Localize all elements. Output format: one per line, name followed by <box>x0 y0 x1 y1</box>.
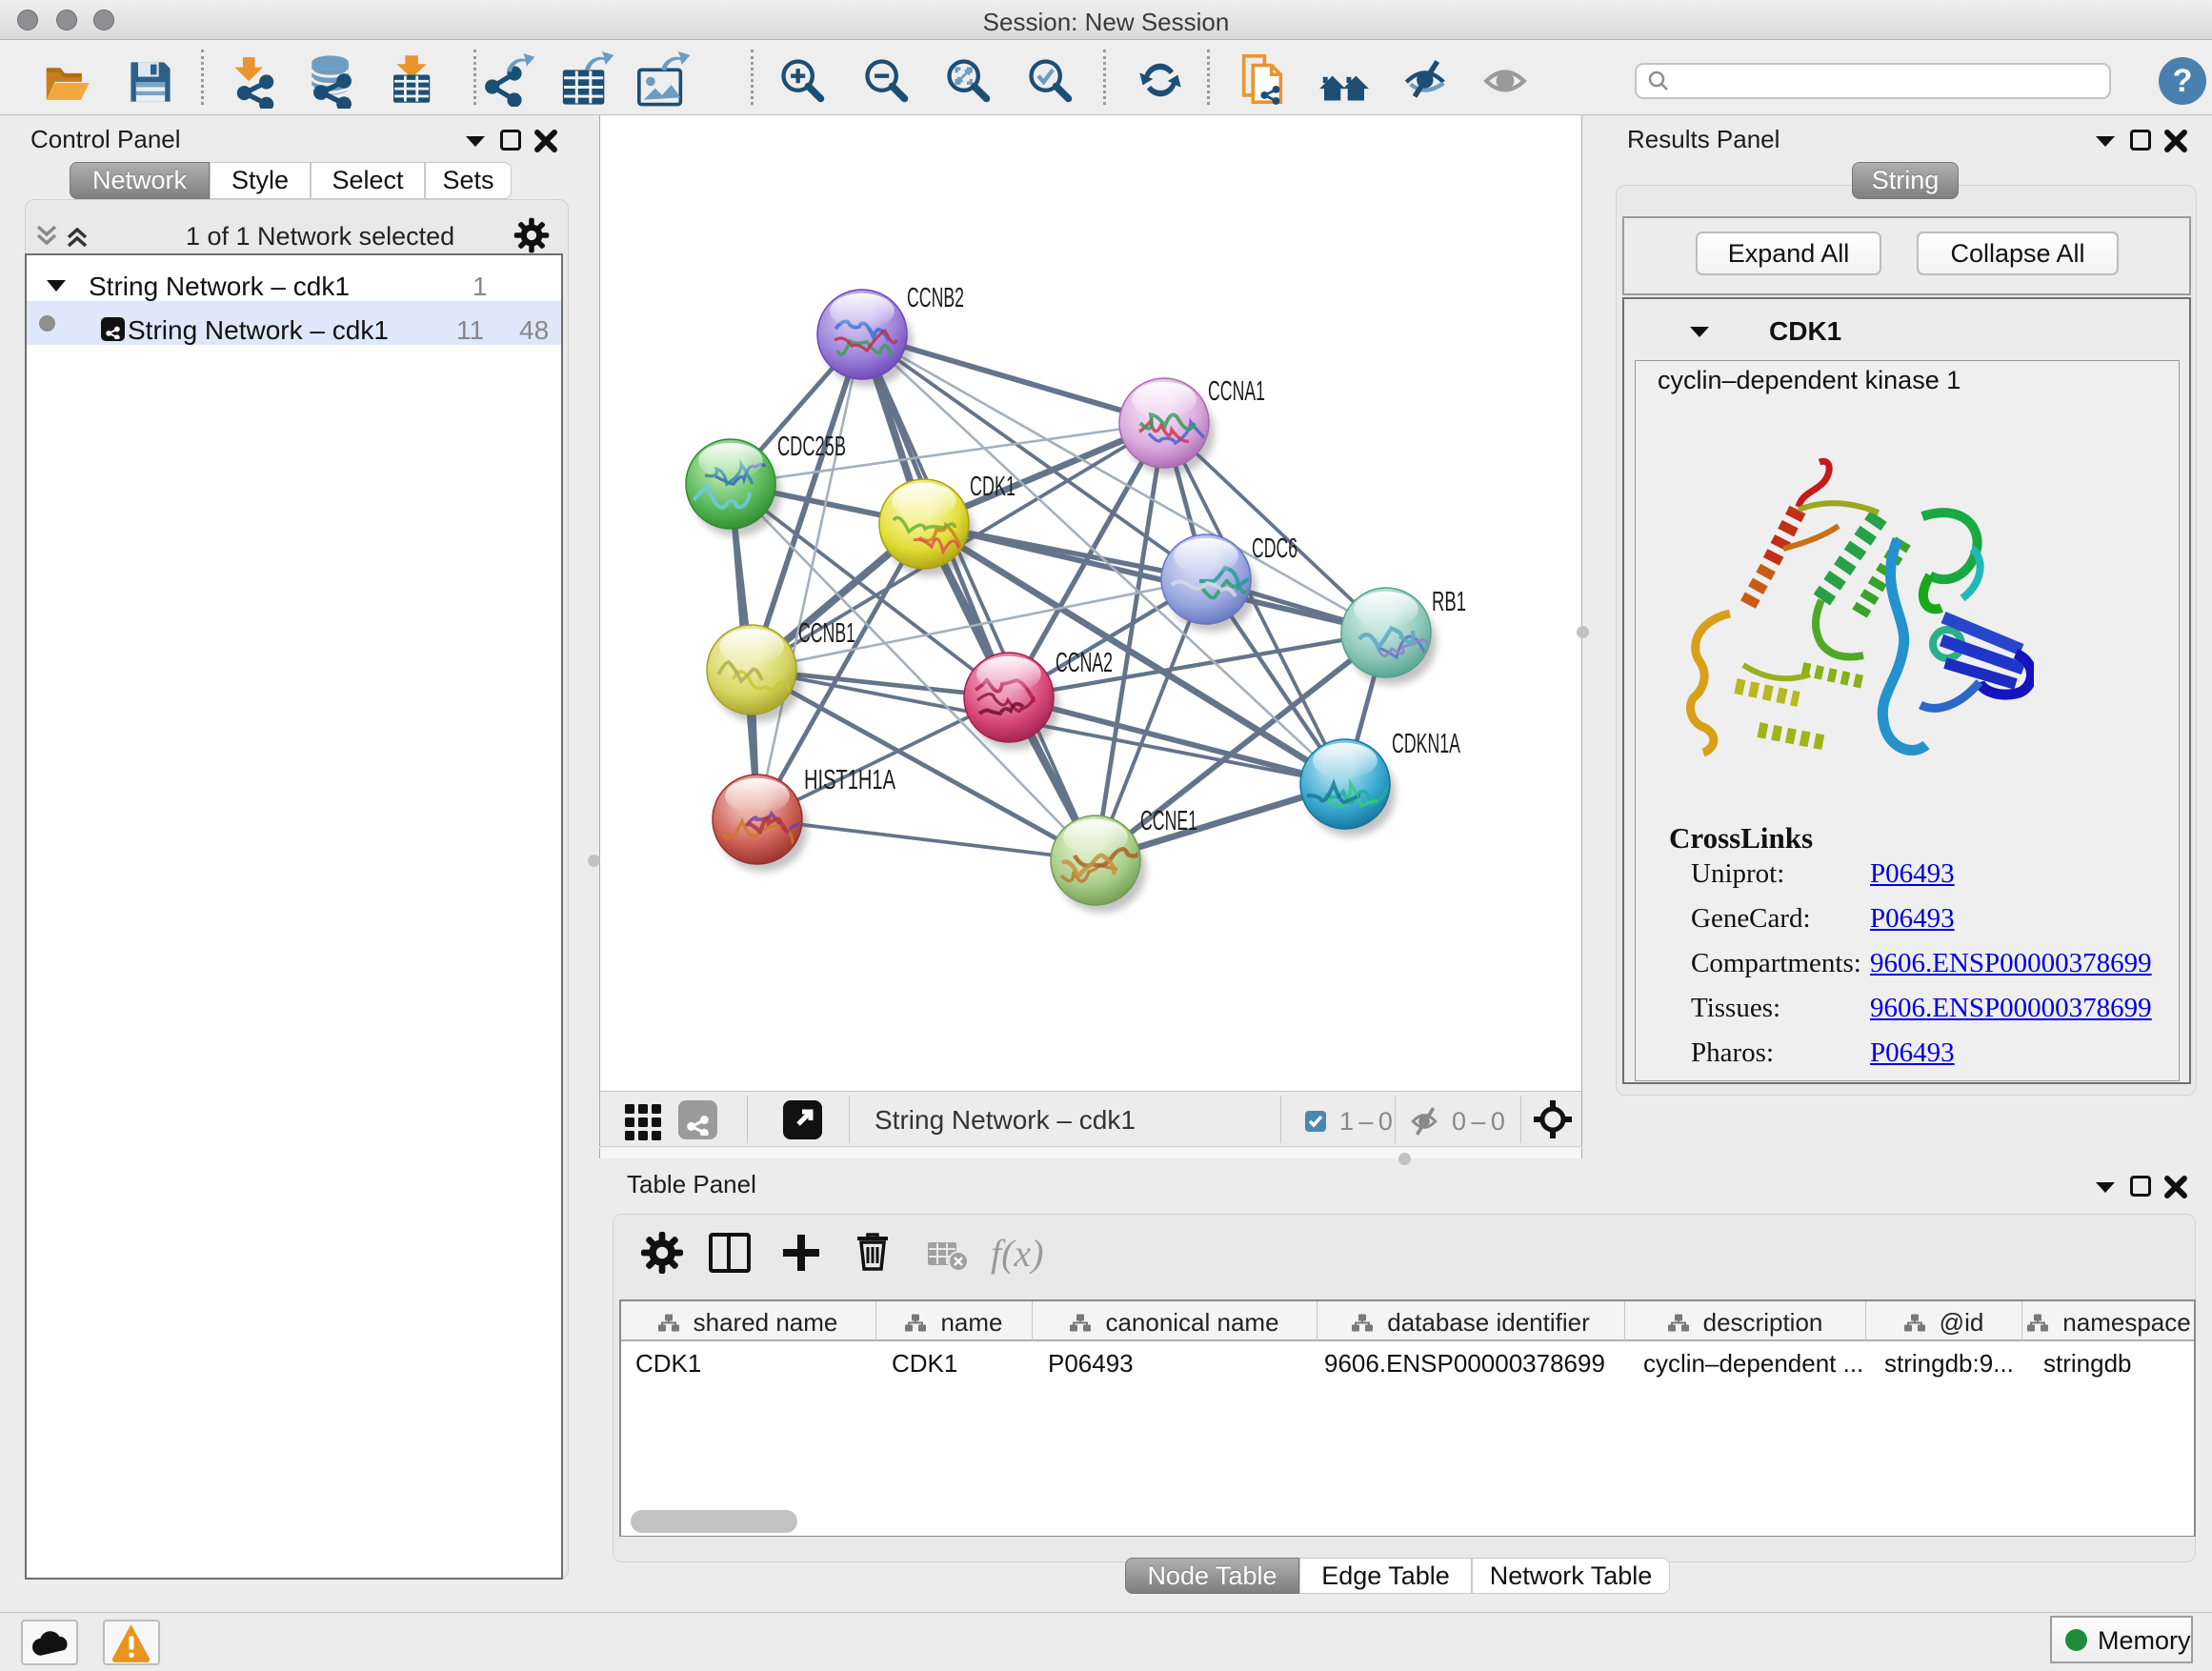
svg-text:CCNB1: CCNB1 <box>798 618 855 649</box>
svg-text:CDC25B: CDC25B <box>777 432 846 462</box>
svg-text:CCNA2: CCNA2 <box>1056 648 1113 678</box>
svg-text:CDKN1A: CDKN1A <box>1392 729 1460 759</box>
svg-text:CCNB2: CCNB2 <box>907 283 964 313</box>
svg-text:CCNA1: CCNA1 <box>1208 376 1265 407</box>
svg-text:HIST1H1A: HIST1H1A <box>804 765 895 795</box>
svg-text:CCNE1: CCNE1 <box>1140 806 1197 836</box>
svg-text:CDC6: CDC6 <box>1252 534 1297 564</box>
svg-text:RB1: RB1 <box>1432 587 1466 617</box>
svg-text:CDK1: CDK1 <box>970 472 1016 502</box>
